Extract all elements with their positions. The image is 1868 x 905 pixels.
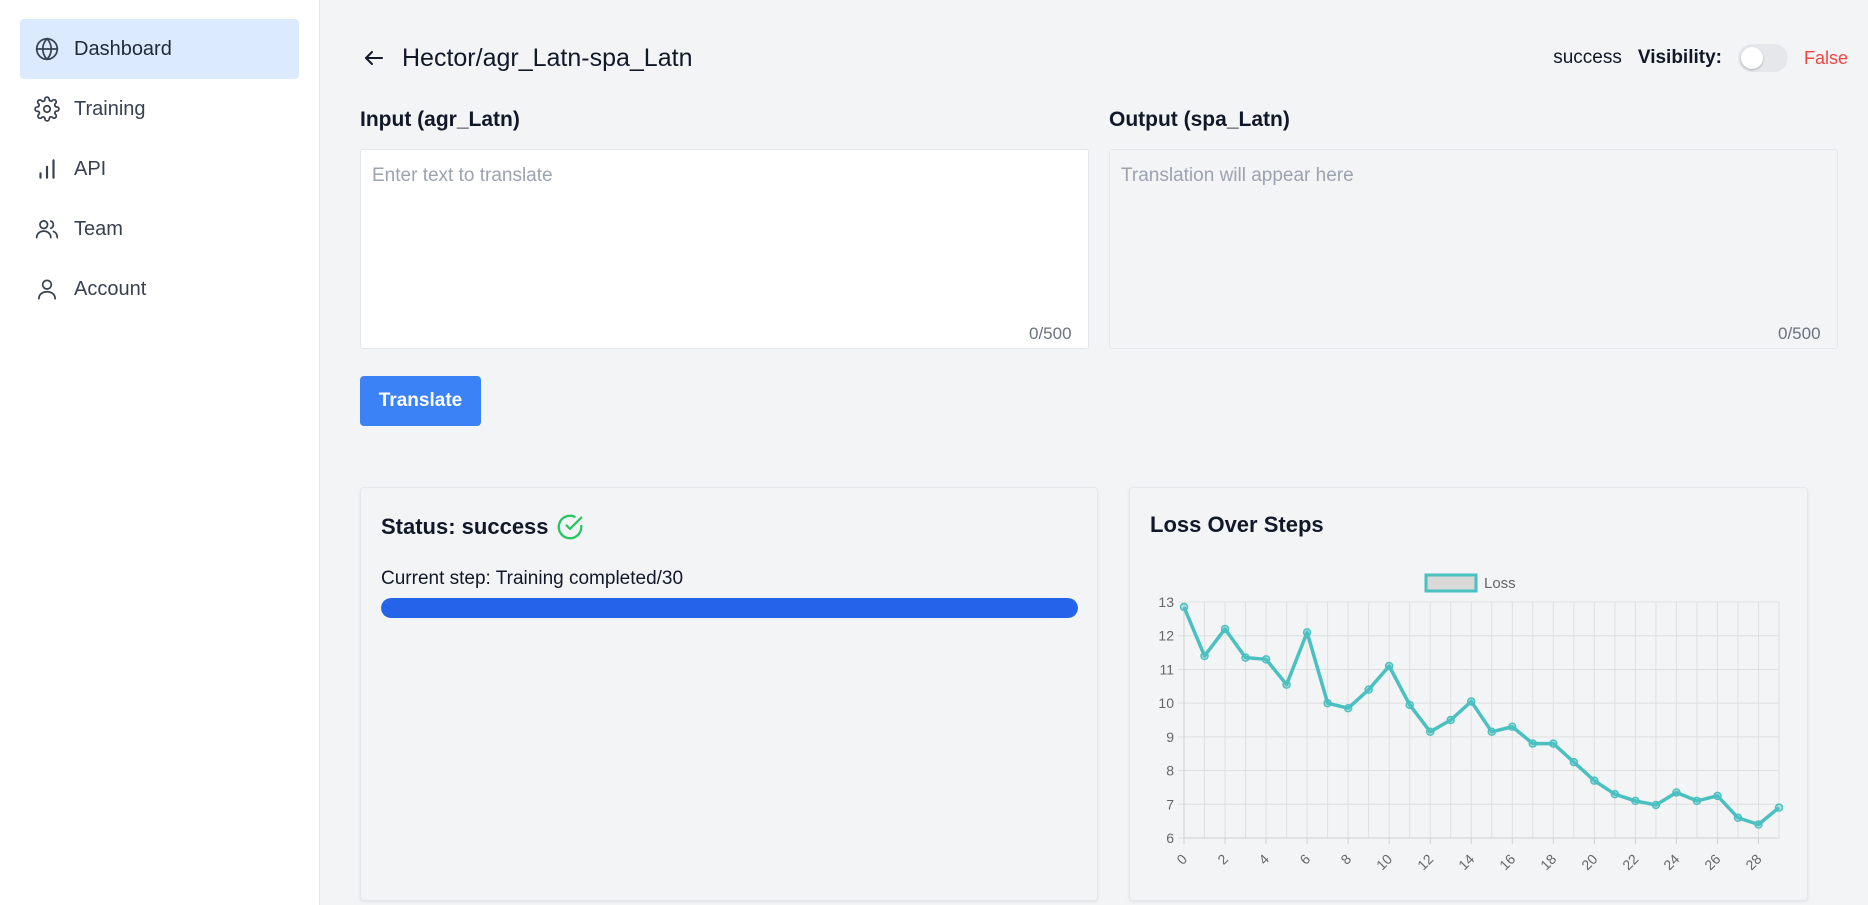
progress-bar xyxy=(381,598,1078,618)
input-label: Input (agr_Latn) xyxy=(360,108,520,131)
data-point xyxy=(1549,739,1558,748)
globe-icon xyxy=(34,36,60,62)
sidebar-item-label: API xyxy=(74,157,107,180)
bar-chart-icon xyxy=(34,156,60,182)
legend-swatch-loss xyxy=(1424,573,1478,593)
data-point xyxy=(1733,813,1743,823)
y-tick-label: 8 xyxy=(1166,763,1174,779)
current-step-text: Current step: Training completed/30 xyxy=(381,568,684,589)
progress-fill xyxy=(381,598,1078,618)
data-point xyxy=(1261,655,1271,664)
gear-icon xyxy=(34,96,60,122)
translate-button[interactable]: Translate xyxy=(360,376,481,426)
x-tick-label: 26 xyxy=(1701,851,1723,873)
data-point xyxy=(1343,703,1353,713)
x-tick-label: 28 xyxy=(1742,851,1764,873)
users-icon xyxy=(34,216,60,242)
data-point xyxy=(1774,803,1784,812)
data-point xyxy=(1405,700,1414,710)
data-point xyxy=(1323,698,1332,708)
user-icon xyxy=(34,276,60,302)
chart-card: Loss Over Steps 6 7 8 9 10 11 12 13 0 2 4 6 8 10 12 14 1… xyxy=(1129,487,1808,901)
sidebar: Dashboard Training API Team Account xyxy=(0,0,320,905)
x-tick-label: 18 xyxy=(1537,851,1559,873)
x-tick-label: 2 xyxy=(1214,851,1231,868)
x-tick-label: 8 xyxy=(1337,851,1354,868)
input-textarea[interactable] xyxy=(360,149,1089,349)
legend-label-loss: Loss xyxy=(1484,575,1516,592)
sidebar-item-api[interactable]: API xyxy=(20,139,299,199)
toggle-knob xyxy=(1740,47,1763,69)
x-tick-label: 20 xyxy=(1578,851,1600,873)
sidebar-item-label: Dashboard xyxy=(74,37,172,60)
data-point xyxy=(1200,651,1209,661)
data-point xyxy=(1179,602,1189,612)
visibility-toggle[interactable] xyxy=(1737,44,1788,72)
check-circle-icon xyxy=(555,512,585,542)
data-point xyxy=(1364,685,1373,694)
data-point xyxy=(1713,791,1722,801)
x-tick-label: 16 xyxy=(1496,851,1518,873)
data-point xyxy=(1446,715,1455,725)
series-line-loss xyxy=(1182,606,1781,827)
sidebar-item-training[interactable]: Training xyxy=(20,79,299,139)
sidebar-item-dashboard[interactable]: Dashboard xyxy=(20,19,299,79)
data-point xyxy=(1631,796,1640,806)
visibility-label: Visibility: xyxy=(1637,47,1722,68)
y-tick-label: 11 xyxy=(1159,661,1174,677)
x-tick-label: 14 xyxy=(1455,851,1477,873)
back-arrow-icon[interactable] xyxy=(360,44,388,72)
data-point xyxy=(1672,788,1681,797)
data-point xyxy=(1487,727,1497,737)
data-point xyxy=(1282,680,1291,689)
main-content: Hector/agr_Latn-spa_Latn success Visibil… xyxy=(320,0,1868,905)
sidebar-item-label: Training xyxy=(74,97,146,120)
x-tick-label: 10 xyxy=(1373,851,1395,873)
y-tick-label: 7 xyxy=(1166,796,1174,812)
visibility-value: False xyxy=(1803,47,1848,68)
x-tick-label: 22 xyxy=(1619,851,1641,873)
y-tick-label: 12 xyxy=(1158,628,1174,644)
y-tick-label: 13 xyxy=(1158,594,1174,610)
status-text: success xyxy=(1553,47,1622,68)
data-point xyxy=(1569,757,1579,767)
data-point xyxy=(1241,653,1250,662)
x-tick-label: 24 xyxy=(1660,851,1682,873)
status-title-text: Status: success xyxy=(381,514,549,539)
x-tick-label: 6 xyxy=(1296,851,1313,868)
data-point xyxy=(1425,727,1435,737)
data-point xyxy=(1384,661,1394,671)
header-actions: success Visibility: False xyxy=(1553,44,1848,72)
data-point xyxy=(1754,820,1763,829)
loss-chart: 6789101112130 2 4 6 8 10 12 14 16 18 20 22 24 26 28Los… xyxy=(1158,573,1784,873)
output-char-count: 0/500 xyxy=(1778,324,1821,343)
page-header: Hector/agr_Latn-spa_Latn success Visibil… xyxy=(360,40,1848,76)
data-point xyxy=(1528,739,1538,748)
x-tick-label: 4 xyxy=(1255,851,1272,868)
data-point xyxy=(1302,628,1312,637)
data-point xyxy=(1508,722,1517,731)
data-point xyxy=(1651,800,1661,810)
data-point xyxy=(1466,697,1476,706)
input-char-count: 0/500 xyxy=(1029,324,1072,343)
data-point xyxy=(1220,624,1230,634)
y-tick-label: 9 xyxy=(1166,729,1174,745)
x-tick-label: 12 xyxy=(1414,851,1436,873)
x-tick-label: 0 xyxy=(1173,851,1190,868)
y-tick-label: 6 xyxy=(1166,830,1174,846)
output-label: Output (spa_Latn) xyxy=(1109,108,1290,131)
sidebar-item-label: Team xyxy=(74,217,123,240)
data-point xyxy=(1590,776,1599,785)
page-title: Hector/agr_Latn-spa_Latn xyxy=(402,43,693,72)
sidebar-item-label: Account xyxy=(74,277,147,300)
y-tick-label: 10 xyxy=(1158,695,1174,711)
status-card-title: Status: success xyxy=(381,512,585,542)
sidebar-item-team[interactable]: Team xyxy=(20,199,299,259)
data-point xyxy=(1692,796,1702,806)
sidebar-item-account[interactable]: Account xyxy=(20,259,299,319)
status-card: Status: success Current step: Training c… xyxy=(360,487,1098,901)
output-textarea[interactable] xyxy=(1109,149,1838,349)
data-point xyxy=(1610,789,1620,799)
